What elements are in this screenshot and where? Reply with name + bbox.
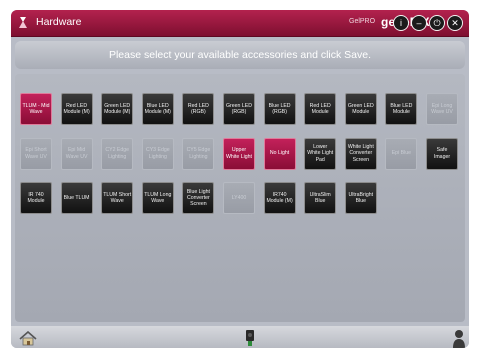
instruction-bar: Please select your available accessories…: [15, 41, 465, 69]
accessory-tile-label: Blue TLUM: [63, 194, 90, 201]
app-logo-icon: [19, 17, 27, 28]
accessory-tile-label: Red LED (RGB): [187, 102, 209, 115]
accessory-tile[interactable]: Lower White Light Pad: [304, 137, 337, 170]
accessory-tile[interactable]: Blue TLUM: [60, 182, 93, 214]
accessory-tile[interactable]: CY2 Edge Lighting: [101, 137, 134, 170]
accessory-tile[interactable]: UltraSlim Blue: [304, 182, 337, 214]
accessory-tile-label: Epi Blue: [391, 150, 412, 157]
accessory-tile-label: Red LED Module: [309, 102, 331, 115]
accessory-tile-label: Upper White Light: [226, 147, 252, 160]
accessory-tile[interactable]: LY400: [223, 182, 255, 214]
accessory-tile[interactable]: CY3 Edge Lighting: [141, 137, 174, 170]
accessory-tile-label: Lower White Light Pad: [307, 144, 334, 163]
accessory-tile[interactable]: Blue LED Module (M): [141, 93, 174, 125]
accessory-tile-label: Green LED Module (M): [104, 102, 131, 115]
accessory-tile[interactable]: Epi Blue: [385, 137, 418, 170]
accessory-tile-label: UltraSlim Blue: [309, 191, 331, 204]
accessory-panel: TLUM - Mid Wave Red LED Module (M) Green L…: [15, 74, 465, 322]
accessory-tile-label: Blue LED Module: [390, 102, 413, 115]
accessory-tile[interactable]: Red LED (RGB): [182, 93, 215, 125]
accessory-tile-label: No Light: [269, 150, 290, 157]
window-title: Hardware: [36, 16, 82, 28]
accessory-tile[interactable]: Upper White Light: [223, 137, 255, 170]
minimize-icon: –: [416, 18, 422, 28]
accessory-tile-label: Blue LED (RGB): [268, 102, 291, 115]
accessory-tile[interactable]: TLUM Short Wave: [101, 182, 134, 214]
accessory-tile-label: UltraBright Blue: [348, 191, 374, 204]
accessory-tile-label: Blue LED Module (M): [144, 102, 171, 115]
power-button[interactable]: ⏻: [429, 15, 445, 31]
app-window: Hardware GelPRO genePIX i – ⏻ ✕ Please s…: [11, 10, 469, 348]
home-icon[interactable]: [19, 331, 37, 346]
accessory-tile-label: Green LED Module: [347, 102, 374, 115]
accessory-tile-label: Epi Short Wave UV: [25, 147, 47, 160]
accessory-tile-label: CY3 Edge Lighting: [145, 147, 170, 160]
accessory-tile[interactable]: Epi Long Wave UV: [426, 93, 458, 125]
close-button[interactable]: ✕: [447, 15, 463, 31]
accessory-tile-label: TLUM Long Wave: [144, 191, 172, 204]
accessory-tile-label: Epi Long Wave UV: [431, 102, 453, 115]
accessory-tile[interactable]: Safe Imager: [426, 137, 458, 170]
instruction-text: Please select your available accessories…: [108, 49, 372, 61]
accessory-tile[interactable]: Blue LED Module: [385, 93, 418, 125]
title-bar: Hardware GelPRO genePIX i – ⏻ ✕: [11, 10, 469, 37]
accessory-tile[interactable]: No Light: [263, 137, 296, 170]
accessory-tile[interactable]: IR740 Module (M): [263, 182, 296, 214]
minimize-button[interactable]: –: [411, 15, 427, 31]
accessory-tile-label: IR740 Module (M): [266, 191, 293, 204]
accessory-tile[interactable]: TLUM - Mid Wave: [20, 93, 52, 125]
accessory-tile-label: Red LED Module (M): [63, 102, 90, 115]
accessory-tile[interactable]: Green LED (RGB): [223, 93, 255, 125]
accessory-tile[interactable]: Epi Mid Wave UV: [60, 137, 93, 170]
accessory-tile-label: LY400: [231, 194, 247, 201]
accessory-tile-label: Epi Mid Wave UV: [65, 147, 88, 160]
accessory-tile[interactable]: Blue Light Converter Screen: [182, 182, 215, 214]
accessory-tile[interactable]: CY5 Edge Lighting: [182, 137, 215, 170]
accessory-tile[interactable]: Red LED Module (M): [60, 93, 93, 125]
accessory-tile[interactable]: IR 740 Module: [20, 182, 52, 214]
camera-icon[interactable]: [243, 330, 257, 347]
gelpro-label: GelPRO: [349, 18, 376, 25]
accessory-tile-label: Green LED (RGB): [226, 102, 252, 115]
accessory-tile[interactable]: UltraBright Blue: [344, 182, 377, 214]
accessory-tile-label: Safe Imager: [433, 147, 451, 160]
close-icon: ✕: [451, 18, 459, 28]
accessory-tile[interactable]: Red LED Module: [304, 93, 337, 125]
accessory-tile-label: TLUM Short Wave: [103, 191, 132, 204]
info-button[interactable]: i: [393, 15, 409, 31]
accessory-tile[interactable]: Epi Short Wave UV: [20, 137, 52, 170]
accessory-tile-label: CY5 Edge Lighting: [186, 147, 211, 160]
accessory-tile-label: TLUM - Mid Wave: [22, 102, 50, 115]
bottom-bar: [11, 326, 469, 348]
accessory-tile[interactable]: Blue LED (RGB): [263, 93, 296, 125]
accessory-tile-label: IR 740 Module: [27, 191, 45, 204]
accessory-tile-label: CY2 Edge Lighting: [105, 147, 130, 160]
user-icon[interactable]: [452, 329, 466, 348]
accessory-tile[interactable]: Green LED Module (M): [101, 93, 134, 125]
accessory-tile[interactable]: Green LED Module: [344, 93, 377, 125]
power-icon: ⏻: [433, 18, 441, 28]
accessory-tile[interactable]: TLUM Long Wave: [141, 182, 174, 214]
accessory-tile[interactable]: White Light Converter Screen: [344, 137, 377, 170]
accessory-tile-label: White Light Converter Screen: [347, 144, 374, 163]
accessory-tile-label: Blue Light Converter Screen: [186, 188, 210, 208]
info-icon: i: [400, 18, 402, 28]
